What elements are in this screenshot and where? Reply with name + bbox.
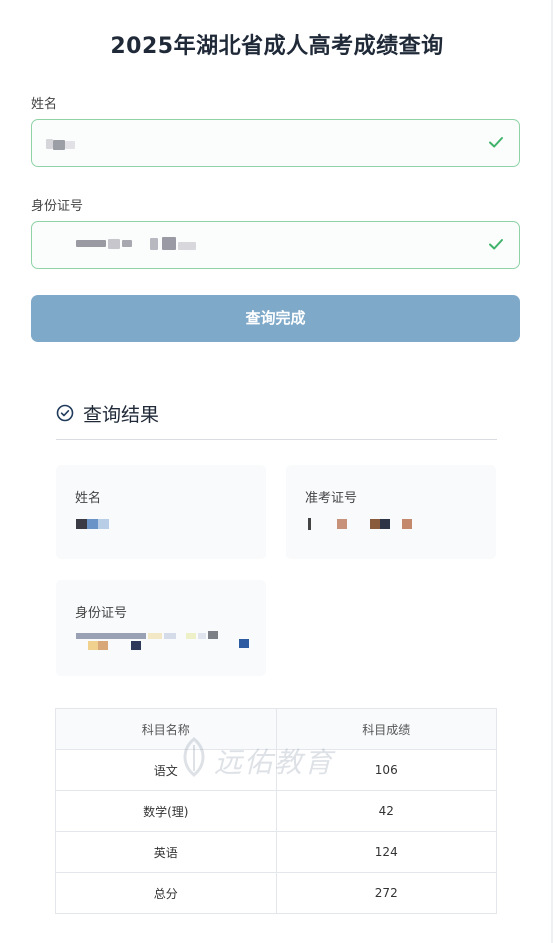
submit-button[interactable]: 查询完成 [31,295,520,342]
column-header-subject: 科目名称 [55,708,277,750]
redacted-value [98,641,108,650]
redacted-value [380,519,390,529]
redacted-value [148,633,162,639]
redacted-value [370,519,380,529]
redacted-value [88,641,98,650]
result-title: 查询结果 [83,404,160,426]
name-label: 姓名 [31,97,58,112]
result-ticket-label: 准考证号 [305,491,358,506]
redacted-text [122,240,132,247]
result-ticket-card: 准考证号 [286,465,496,559]
redacted-text [108,239,120,249]
table-row: 语文 106 [55,749,497,791]
score-cell: 272 [275,872,497,914]
id-input[interactable] [31,221,520,269]
table-header-row: 科目名称 科目成绩 [55,708,497,750]
redacted-value [208,631,218,639]
table-row: 数学(理) 42 [55,790,497,832]
column-header-score: 科目成绩 [275,708,497,750]
score-cell: 124 [275,831,497,873]
score-cell: 42 [275,790,497,832]
redacted-text [178,242,196,250]
redacted-value [186,633,196,639]
redacted-text [150,238,158,250]
result-header: 查询结果 [56,400,497,440]
redacted-value [164,633,176,639]
redacted-value [98,519,109,529]
redacted-text [76,240,106,247]
redacted-value [76,633,146,639]
redacted-value [198,633,206,639]
page-title: 2025年湖北省成人高考成绩查询 [110,34,444,59]
table-row: 总分 272 [55,872,497,914]
redacted-value [239,639,249,648]
result-name-label: 姓名 [75,491,102,506]
check-circle-icon [56,404,74,422]
redacted-text [53,140,65,150]
redacted-text [46,139,53,149]
redacted-value [337,519,347,529]
redacted-value [87,519,98,529]
redacted-value [131,641,141,650]
redacted-value [308,518,311,530]
subject-cell: 数学(理) [55,790,277,832]
redacted-text [65,141,75,149]
subject-cell: 语文 [55,749,277,791]
id-label: 身份证号 [31,199,84,214]
redacted-text [162,237,176,250]
check-icon [489,137,503,148]
redacted-value [76,519,87,529]
score-cell: 106 [275,749,497,791]
name-input[interactable] [31,119,520,167]
result-id-card: 身份证号 [56,580,266,676]
subject-cell: 英语 [55,831,277,873]
score-table: 科目名称 科目成绩 语文 106 数学(理) 42 英语 124 总分 272 [55,708,497,914]
page-edge [551,0,553,943]
subject-cell: 总分 [55,872,277,914]
redacted-value [402,519,412,529]
check-icon [489,239,503,250]
table-row: 英语 124 [55,831,497,873]
result-id-label: 身份证号 [75,606,128,621]
result-name-card: 姓名 [56,465,266,559]
